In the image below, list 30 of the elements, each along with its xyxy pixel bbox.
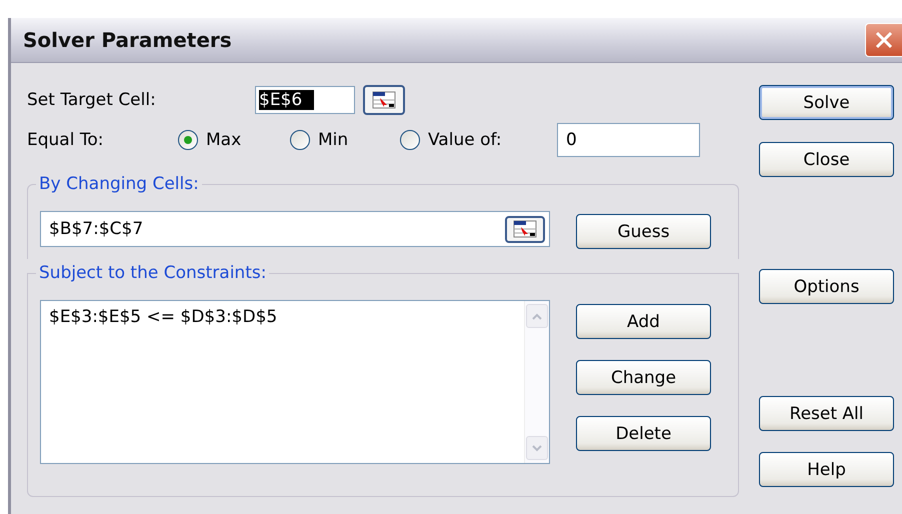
dialog-button[interactable]: Help bbox=[759, 452, 894, 487]
radio-option[interactable]: Value of: bbox=[400, 130, 557, 150]
chevron-up-icon bbox=[532, 312, 542, 320]
range-select-button[interactable] bbox=[363, 85, 405, 115]
dialog-button[interactable]: Delete bbox=[576, 416, 711, 451]
range-select-icon bbox=[513, 220, 537, 238]
dialog-button[interactable]: Solve bbox=[759, 85, 894, 120]
value-field[interactable]: 0 bbox=[557, 123, 700, 157]
target-cell-field[interactable]: $E$6 bbox=[255, 86, 355, 114]
dialog-button[interactable]: Options bbox=[759, 269, 894, 304]
chevron-down-icon bbox=[532, 444, 542, 452]
window-title: Solver Parameters bbox=[23, 28, 232, 52]
constraint-item[interactable]: $E$3:$E$5 <= $D$3:$D$5 bbox=[49, 307, 516, 327]
range-select-icon bbox=[372, 91, 396, 109]
radio-option[interactable]: Min bbox=[290, 130, 400, 150]
guess-button[interactable]: Guess bbox=[576, 214, 711, 249]
field-label: Set Target Cell: bbox=[27, 90, 157, 110]
close-icon bbox=[874, 30, 894, 50]
changing-cells-field[interactable]: $B$7:$C$7 bbox=[40, 211, 550, 247]
group-title: By Changing Cells: bbox=[36, 174, 202, 194]
field-label: Equal To: bbox=[27, 130, 104, 150]
radio-option[interactable]: Max bbox=[178, 130, 290, 150]
dialog-button[interactable]: Add bbox=[576, 304, 711, 339]
close-button[interactable] bbox=[865, 23, 902, 57]
dialog-button[interactable]: Reset All bbox=[759, 396, 894, 431]
selected-text: $E$6 bbox=[259, 90, 314, 110]
dialog-button[interactable]: Change bbox=[576, 360, 711, 395]
dialog-button[interactable]: Close bbox=[759, 142, 894, 177]
range-select-button[interactable] bbox=[505, 216, 545, 242]
group-title: Subject to the Constraints: bbox=[36, 263, 270, 283]
